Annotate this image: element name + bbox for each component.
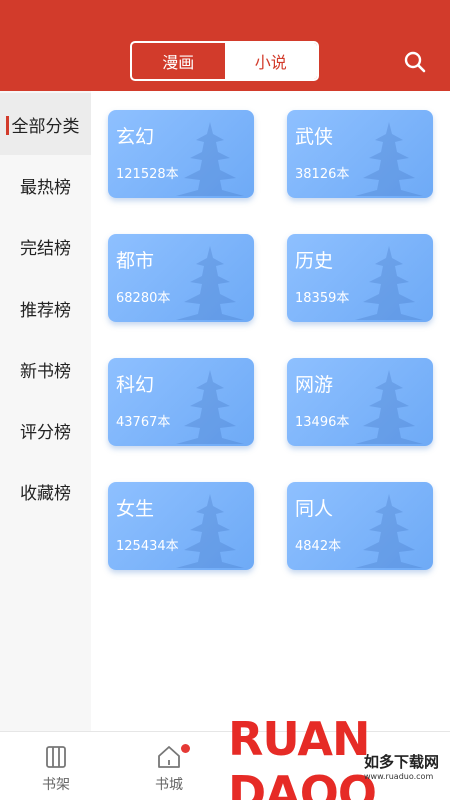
category-count: 4842本 [295,539,342,554]
category-card[interactable]: 网游 13496本 [287,358,433,446]
pagoda-icon [176,494,244,568]
pagoda-icon [355,370,423,444]
category-name: 武侠 [295,126,334,148]
category-name: 历史 [295,250,334,272]
category-card[interactable]: 武侠 38126本 [287,110,433,198]
tab-novels[interactable]: 小说 [224,43,317,79]
sidebar-item-new-books[interactable]: 新书榜 [0,338,91,400]
category-name: 女生 [116,498,155,520]
category-count: 43767本 [116,415,171,430]
category-card[interactable]: 历史 18359本 [287,234,433,322]
watermark-subtitle: 如多下载网 [364,753,440,771]
category-name: 同人 [295,498,334,520]
category-card[interactable]: 玄幻 121528本 [108,110,254,198]
sidebar: 全部分类 最热榜 完结榜 推荐榜 新书榜 评分榜 收藏榜 [0,91,91,731]
nav-bookshelf-label: 书架 [42,777,70,793]
pagoda-icon [355,246,423,320]
search-button[interactable] [400,48,430,76]
pagoda-icon [355,494,423,568]
category-count: 125434本 [116,539,179,554]
top-bar: 漫画 小说 [0,0,450,91]
category-count: 121528本 [116,167,179,182]
category-count: 13496本 [295,415,350,430]
sidebar-item-all-categories[interactable]: 全部分类 [0,93,91,155]
category-grid: 玄幻 121528本 武侠 38126本 都市 68280本 历史 18359本… [91,91,450,731]
pagoda-icon [176,370,244,444]
sidebar-item-hottest[interactable]: 最热榜 [0,154,91,216]
sidebar-item-rating[interactable]: 评分榜 [0,399,91,461]
sidebar-item-completed[interactable]: 完结榜 [0,215,91,277]
bookshelf-icon [46,746,66,768]
notification-badge [181,744,190,753]
home-icon [158,746,180,768]
category-name: 网游 [295,374,334,396]
category-name: 都市 [116,250,155,272]
watermark-logo: RUAN DAOO 如多下载网 www.ruaduo.com [228,712,450,800]
nav-bookshelf[interactable]: 书架 [26,732,86,800]
pagoda-icon [355,122,423,196]
category-card[interactable]: 女生 125434本 [108,482,254,570]
pagoda-icon [176,122,244,196]
category-card[interactable]: 都市 68280本 [108,234,254,322]
pagoda-icon [176,246,244,320]
category-card[interactable]: 科幻 43767本 [108,358,254,446]
category-name: 科幻 [116,374,155,396]
watermark-url: www.ruaduo.com [364,772,434,781]
category-count: 68280本 [116,291,171,306]
category-name: 玄幻 [116,126,155,148]
search-icon [404,51,426,73]
content-type-switch: 漫画 小说 [130,41,319,81]
sidebar-item-recommended[interactable]: 推荐榜 [0,277,91,339]
category-count: 38126本 [295,167,350,182]
nav-bookstore[interactable]: 书城 [139,732,199,800]
sidebar-item-favorites[interactable]: 收藏榜 [0,460,91,522]
category-count: 18359本 [295,291,350,306]
tab-comics[interactable]: 漫画 [132,43,225,79]
category-card[interactable]: 同人 4842本 [287,482,433,570]
nav-bookstore-label: 书城 [155,777,183,793]
